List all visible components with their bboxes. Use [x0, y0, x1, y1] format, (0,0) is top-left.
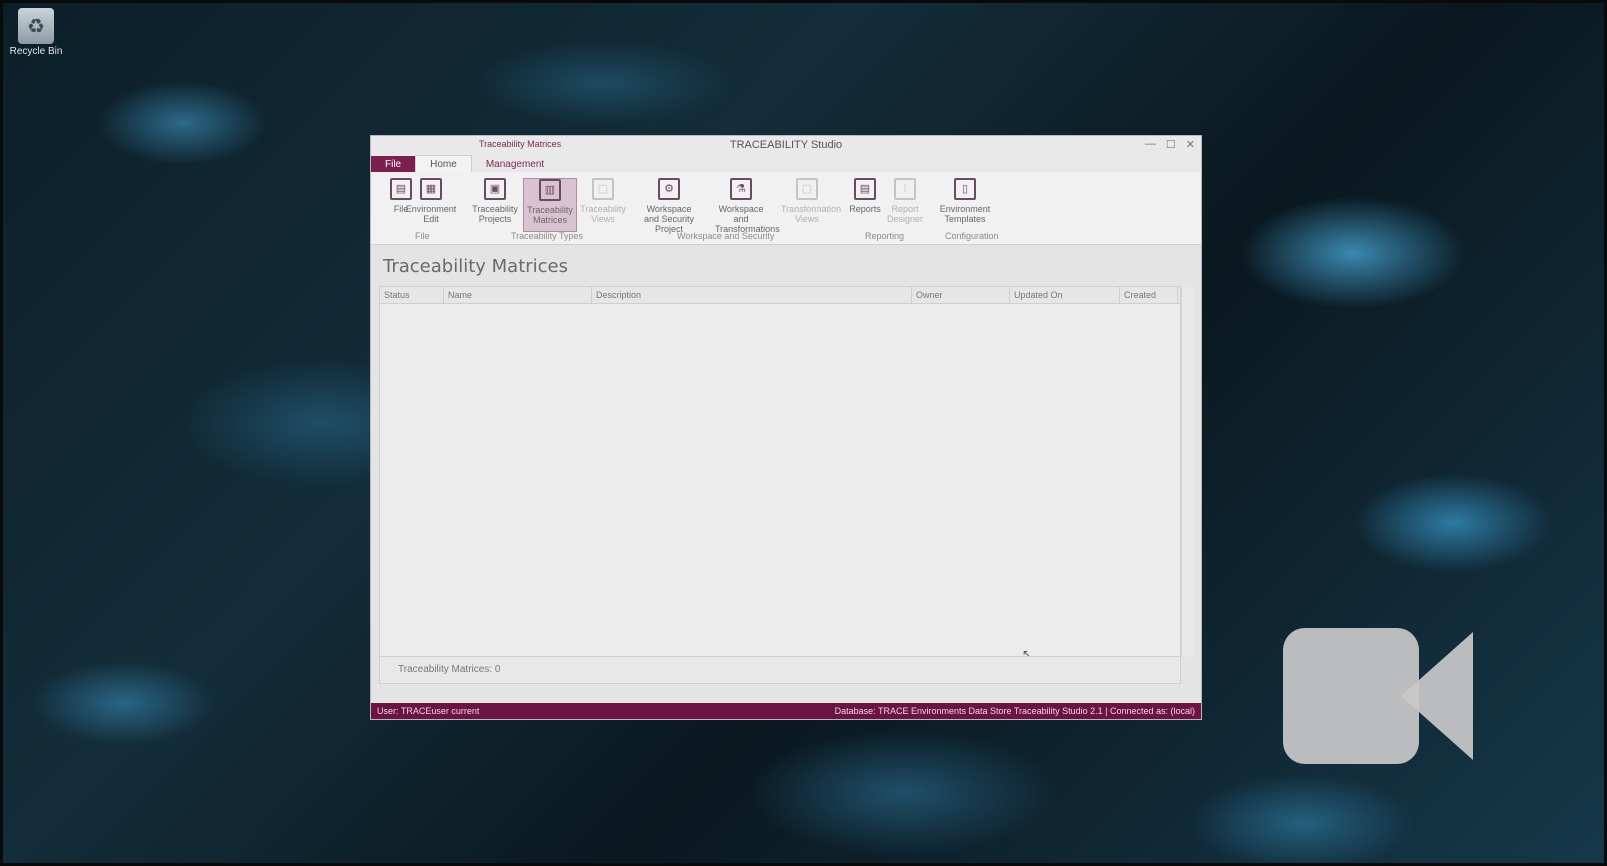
tview-icon: ▢	[796, 178, 818, 200]
ribbon-group-label: Configuration	[945, 231, 999, 241]
desktop-icon-label: Recycle Bin	[9, 46, 63, 57]
ribbon-button-transformation-views[interactable]: ▢ Transformation Views	[781, 178, 841, 224]
ribbon-group-label: Reporting	[865, 231, 905, 241]
app-window: Traceability Matrices TRACEABILITY Studi…	[370, 135, 1202, 720]
column-header-status[interactable]: Status	[380, 287, 444, 303]
matrices-grid[interactable]: Status Name Description Owner Updated On…	[379, 286, 1194, 661]
desktop-icon-recycle-bin[interactable]: ♻ Recycle Bin	[6, 8, 66, 57]
projects-icon: ▣	[484, 178, 506, 200]
video-camera-icon	[1283, 628, 1475, 768]
title-bar: Traceability Matrices TRACEABILITY Studi…	[371, 136, 1201, 154]
grid-header: Status Name Description Owner Updated On…	[380, 287, 1180, 304]
workspace-icon: ⚙	[658, 178, 680, 200]
transform-icon: ⚗	[730, 178, 752, 200]
status-user: User: TRACEuser current	[377, 706, 480, 716]
template-icon: ▯	[954, 178, 976, 200]
window-title: TRACEABILITY Studio	[729, 139, 843, 151]
ribbon-button-report-designer[interactable]: ⁞ Report Designer	[879, 178, 931, 224]
designer-icon: ⁞	[894, 178, 916, 200]
status-bar: User: TRACEuser current Database: TRACE …	[371, 703, 1201, 719]
maximize-button[interactable]: ☐	[1166, 138, 1176, 151]
column-header-updated-on[interactable]: Updated On	[1010, 287, 1120, 303]
main-content: Traceability Matrices Status Name Descri…	[379, 256, 1195, 711]
record-count: Traceability Matrices: 0	[398, 664, 501, 675]
views-icon: ▢	[592, 178, 614, 200]
ribbon-tabs: File Home Management	[371, 154, 1201, 172]
ribbon-group-label: Traceability Types	[511, 231, 584, 241]
ribbon-button-traceability-projects[interactable]: ▣ Traceability Projects	[469, 178, 521, 224]
close-button[interactable]: ✕	[1186, 138, 1195, 151]
status-database: Database: TRACE Environments Data Store …	[834, 706, 1195, 716]
environment-icon: ▦	[420, 178, 442, 200]
ribbon-group-label: File	[415, 231, 430, 241]
grid-footer: Traceability Matrices: 0	[379, 656, 1181, 684]
vertical-scrollbar[interactable]	[1181, 287, 1194, 657]
report-icon: ▤	[854, 178, 876, 200]
tab-management[interactable]: Management	[472, 156, 558, 172]
ribbon-button-environment-templates[interactable]: ▯ Environment Templates	[939, 178, 991, 224]
ribbon-group-label: Workspace and Security	[677, 231, 775, 241]
matrix-icon: ▥	[539, 179, 561, 201]
page-title: Traceability Matrices	[383, 256, 569, 277]
context-tab-group: Traceability Matrices	[479, 139, 562, 149]
recycle-bin-icon: ♻	[18, 8, 54, 44]
ribbon-button-traceability-views[interactable]: ▢ Traceability Views	[577, 178, 629, 224]
tab-home[interactable]: Home	[415, 155, 472, 172]
ribbon-button-workspace-transformations[interactable]: ⚗ Workspace and Transformations	[715, 178, 780, 234]
column-header-name[interactable]: Name	[444, 287, 592, 303]
ribbon-button-traceability-matrices[interactable]: ▥ Traceability Matrices	[523, 178, 577, 232]
column-header-owner[interactable]: Owner	[912, 287, 1010, 303]
ribbon-button-environment-edit[interactable]: ▦ Environment Edit	[405, 178, 457, 224]
column-header-description[interactable]: Description	[592, 287, 912, 303]
tab-file[interactable]: File	[371, 156, 416, 172]
ribbon-button-workspace-security[interactable]: ⚙ Workspace and Security Project	[643, 178, 695, 234]
ribbon: ▤ File ▦ Environment Edit ▣ Traceability…	[371, 172, 1201, 245]
minimize-button[interactable]: —	[1145, 138, 1156, 151]
column-header-created[interactable]: Created	[1120, 287, 1178, 303]
